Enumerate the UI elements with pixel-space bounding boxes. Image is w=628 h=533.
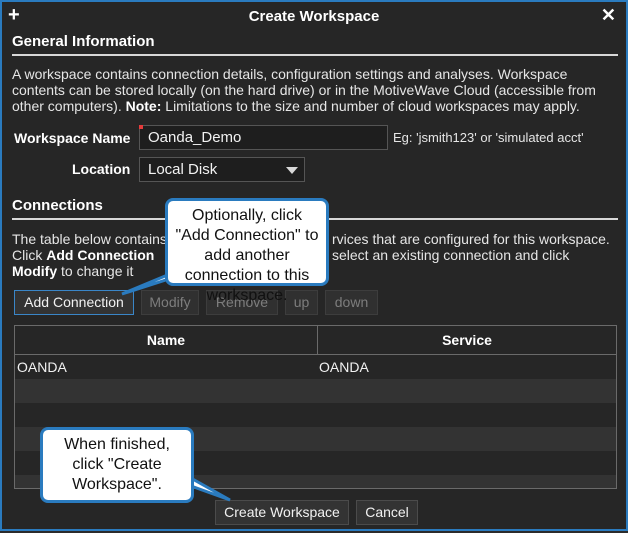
create-workspace-button[interactable]: Create Workspace <box>215 500 349 525</box>
add-connection-button[interactable]: Add Connection <box>14 290 134 315</box>
close-icon[interactable]: ✕ <box>601 5 616 25</box>
cell-service: OANDA <box>319 359 369 375</box>
down-button[interactable]: down <box>325 290 378 315</box>
modify-bold: Modify <box>12 263 58 279</box>
column-header-name[interactable]: Name <box>15 326 317 354</box>
connections-description-line1-tail: rvices that are configured for this work… <box>332 231 612 247</box>
pointer-joint <box>178 280 204 283</box>
general-information-heading: General Information <box>12 33 155 50</box>
table-row-empty <box>15 379 616 403</box>
connections-desc-text: select an existing connection and click <box>332 247 570 263</box>
add-icon[interactable]: + <box>8 4 20 26</box>
location-label: Location <box>72 161 131 177</box>
connections-heading: Connections <box>12 197 103 214</box>
pointer-joint <box>148 495 184 500</box>
connections-desc-text: Click <box>12 247 43 263</box>
modify-button[interactable]: Modify <box>141 290 199 315</box>
workspace-name-hint: Eg: 'jsmith123' or 'simulated acct' <box>393 130 584 145</box>
workspace-name-label: Workspace Name <box>14 130 131 146</box>
note-label: Note: <box>125 98 162 114</box>
connections-desc-text: to change it <box>61 263 134 279</box>
note-text: Limitations to the size and number of cl… <box>161 98 580 114</box>
finish-callout-text: When finished, click "Create Workspace". <box>64 436 170 493</box>
title-bar: + Create Workspace ✕ <box>2 2 626 30</box>
location-selected-value: Local Disk <box>148 161 218 178</box>
dialog-title: Create Workspace <box>248 7 380 25</box>
table-header: Name Service <box>15 326 616 355</box>
up-button[interactable]: up <box>285 290 318 315</box>
table-row-empty <box>15 403 616 427</box>
connections-desc-text: The table below contains <box>12 231 167 247</box>
section-divider <box>12 54 618 56</box>
required-indicator <box>139 125 143 129</box>
location-select[interactable]: Local Disk <box>139 157 305 182</box>
finish-callout: When finished, click "Create Workspace". <box>40 427 194 503</box>
workspace-name-input[interactable] <box>139 125 388 150</box>
connections-description-line2-tail: select an existing connection and click <box>332 247 612 263</box>
add-connection-bold: Add Connection <box>46 247 155 263</box>
connections-desc-text: rvices that are configured for this work… <box>332 231 610 247</box>
cell-name: OANDA <box>17 359 67 375</box>
table-row[interactable]: OANDA OANDA <box>15 355 616 379</box>
chevron-down-icon <box>286 167 298 174</box>
cancel-button[interactable]: Cancel <box>356 500 418 525</box>
add-connection-callout: Optionally, click "Add Connection" to ad… <box>165 198 329 304</box>
general-description: A workspace contains connection details,… <box>12 66 612 114</box>
create-workspace-dialog: + Create Workspace ✕ General Information… <box>0 0 628 531</box>
column-header-service[interactable]: Service <box>318 326 616 354</box>
